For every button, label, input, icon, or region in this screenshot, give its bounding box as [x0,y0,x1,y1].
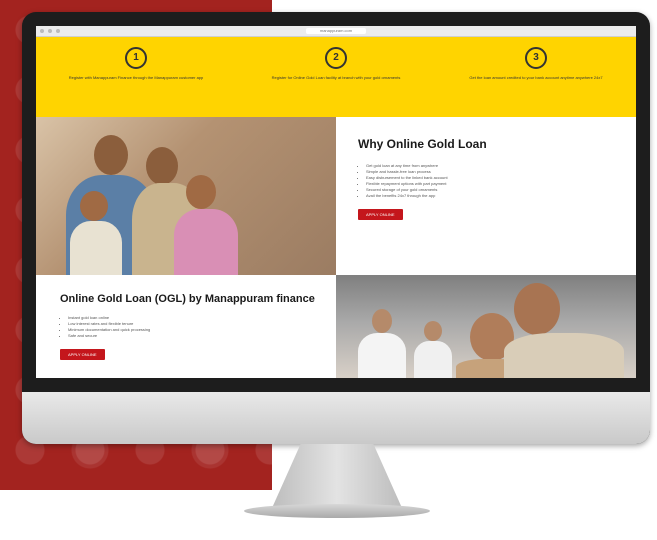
step-text-1: Register with Manappuram Finance through… [68,75,204,80]
window-minimize-dot[interactable] [48,29,52,33]
why-list: Get gold loan at any time from anywhere … [358,163,636,199]
dgl-list: Instant gold loan online Low interest ra… [60,315,336,339]
why-title: Why Online Gold Loan [358,137,487,151]
dgl-row: Online Gold Loan (OGL) by Manappuram fin… [36,275,636,378]
window-maximize-dot[interactable] [56,29,60,33]
clinic-photo [336,275,636,378]
step-3: 3 Get the loan amount credited to your b… [436,37,636,117]
address-bar[interactable]: manappuram.com [306,28,366,34]
browser-bar: manappuram.com [36,26,636,37]
website-screen: manappuram.com 1 Register with Manappura… [36,26,636,378]
step-text-3: Get the loan amount credited to your ban… [469,75,603,80]
dgl-title: Online Gold Loan (OGL) by Manappuram fin… [60,293,315,305]
step-number-3: 3 [525,47,547,69]
step-2: 2 Register for Online Gold Loan facility… [236,37,436,117]
step-number-2: 2 [325,47,347,69]
window-close-dot[interactable] [40,29,44,33]
why-section: Why Online Gold Loan Get gold loan at an… [336,117,636,275]
step-number-1: 1 [125,47,147,69]
dgl-point: Safe and secure [68,333,336,339]
dgl-apply-button[interactable]: APPLY ONLINE [60,349,105,360]
monitor-chin [22,392,650,444]
steps-band: 1 Register with Manappuram Finance throu… [36,37,636,117]
monitor-stand [272,444,402,508]
family-photo [36,117,336,275]
step-1: 1 Register with Manappuram Finance throu… [36,37,236,117]
dgl-section: Online Gold Loan (OGL) by Manappuram fin… [36,275,336,378]
why-row: Why Online Gold Loan Get gold loan at an… [36,117,636,275]
monitor: manappuram.com 1 Register with Manappura… [22,12,650,444]
why-point: Avail the benefits 24x7 through the app [366,193,636,199]
step-text-2: Register for Online Gold Loan facility a… [271,75,401,80]
why-apply-button[interactable]: APPLY ONLINE [358,209,403,220]
monitor-base [244,504,430,518]
